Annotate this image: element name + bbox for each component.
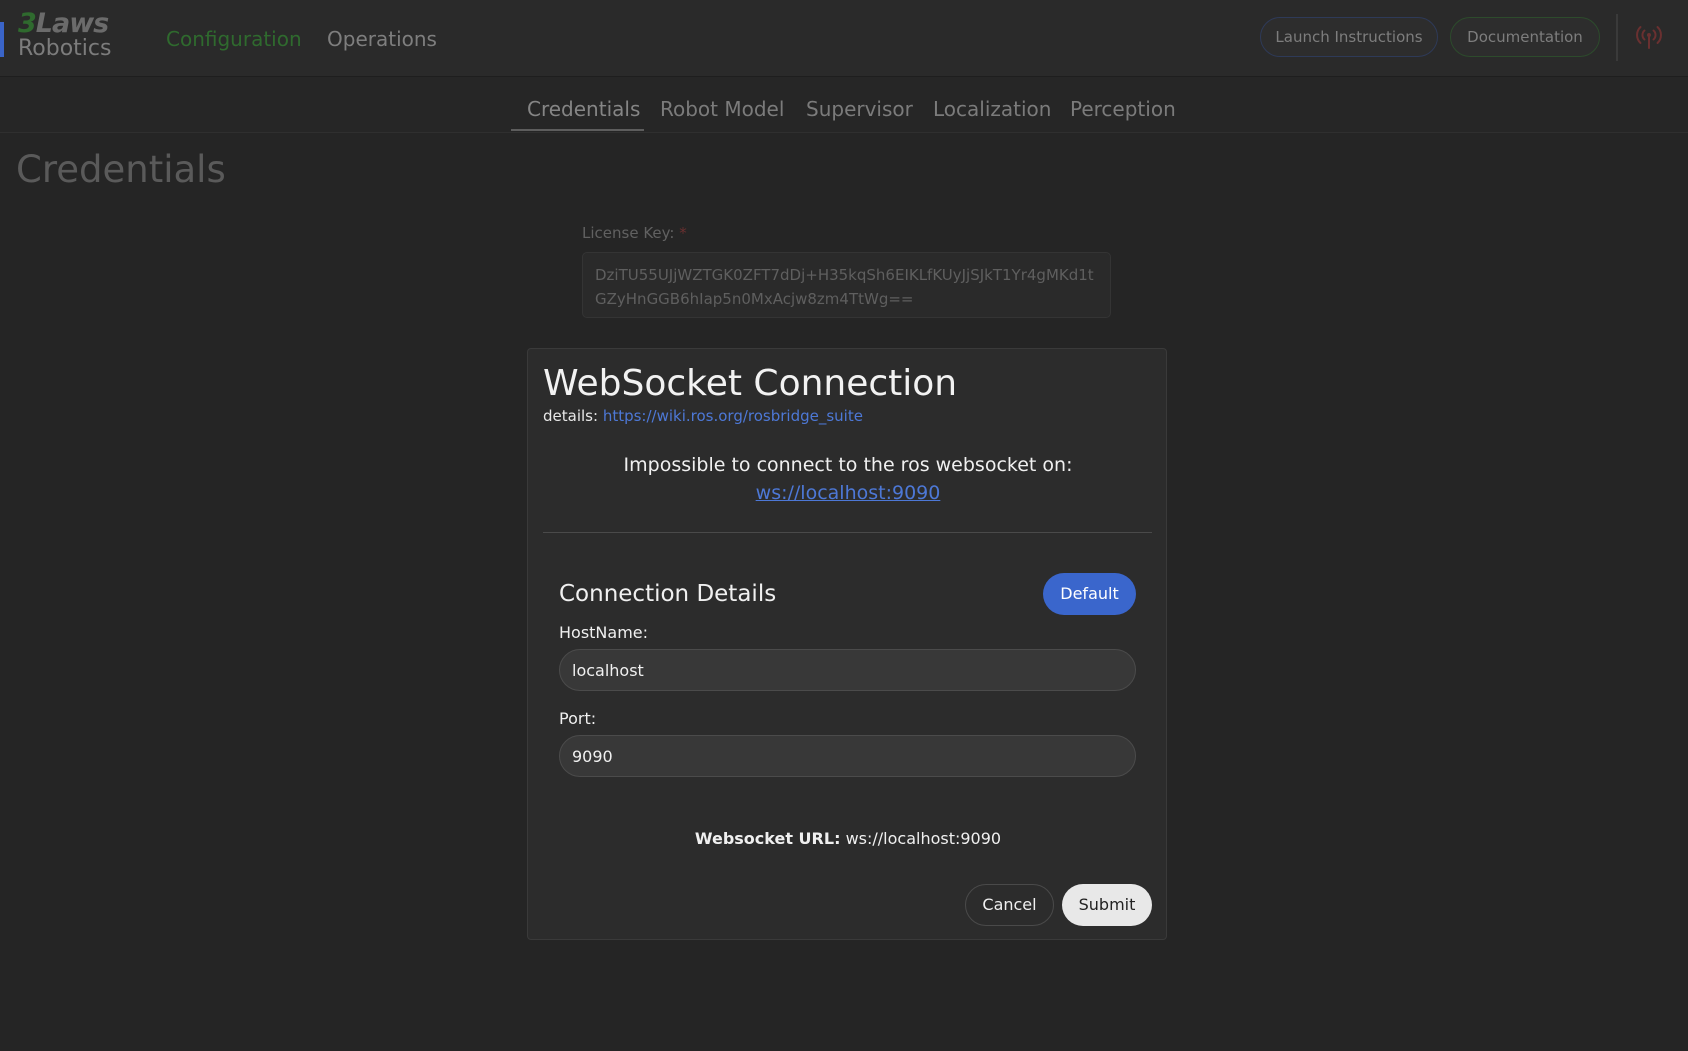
launch-instructions-button[interactable]: Launch Instructions <box>1260 17 1438 57</box>
default-button[interactable]: Default <box>1043 573 1136 615</box>
active-tab-indicator <box>511 129 644 131</box>
port-input[interactable] <box>559 735 1136 777</box>
logo[interactable]: 3Laws Robotics <box>18 10 111 60</box>
tab-supervisor[interactable]: Supervisor <box>806 97 913 121</box>
websocket-url-value: ws://localhost:9090 <box>845 829 1002 848</box>
page-title: Credentials <box>16 148 226 191</box>
tab-localization[interactable]: Localization <box>933 97 1051 121</box>
port-label: Port: <box>559 709 597 728</box>
connection-error-url: ws://localhost:9090 <box>528 482 1168 504</box>
nav-operations[interactable]: Operations <box>327 27 437 51</box>
websocket-url-summary: Websocket URL: ws://localhost:9090 <box>528 829 1168 848</box>
license-key-label: License Key: * <box>582 224 687 242</box>
logo-subtitle: Robotics <box>18 36 112 61</box>
signal-broadcast-icon[interactable] <box>1636 24 1662 50</box>
websocket-url-label: Websocket URL: <box>694 829 841 848</box>
hostname-input[interactable] <box>559 649 1136 691</box>
connection-details-heading: Connection Details <box>559 581 777 607</box>
sidebar-accent-marker <box>0 22 4 57</box>
details-label: details: <box>543 407 599 425</box>
submit-button[interactable]: Submit <box>1062 884 1152 926</box>
tab-credentials[interactable]: Credentials <box>527 97 640 121</box>
dialog-title: WebSocket Connection <box>543 363 958 404</box>
tab-robot-model[interactable]: Robot Model <box>660 97 784 121</box>
top-navigation-bar: 3Laws Robotics Configuration Operations … <box>0 0 1688 77</box>
config-tabs: Credentials Robot Model Supervisor Local… <box>0 77 1688 133</box>
hostname-label: HostName: <box>559 623 649 642</box>
websocket-connection-dialog: WebSocket Connection details: https://wi… <box>527 348 1167 940</box>
license-key-field[interactable]: DziTU55UJjWZTGK0ZFT7dDj+H35kqSh6EIKLfKUy… <box>582 252 1111 318</box>
nav-configuration[interactable]: Configuration <box>166 27 302 51</box>
divider <box>1616 14 1618 61</box>
divider <box>543 532 1152 533</box>
details-line: details: https://wiki.ros.org/rosbridge_… <box>543 407 863 425</box>
connection-error-message: Impossible to connect to the ros websock… <box>623 454 1073 476</box>
tab-perception[interactable]: Perception <box>1070 97 1176 121</box>
rosbridge-docs-link[interactable]: https://wiki.ros.org/rosbridge_suite <box>603 407 863 425</box>
logo-wordmark: 3Laws <box>18 8 109 39</box>
required-marker: * <box>679 224 687 242</box>
websocket-url-link[interactable]: ws://localhost:9090 <box>756 482 941 504</box>
cancel-button[interactable]: Cancel <box>965 884 1054 926</box>
documentation-button[interactable]: Documentation <box>1450 17 1600 57</box>
